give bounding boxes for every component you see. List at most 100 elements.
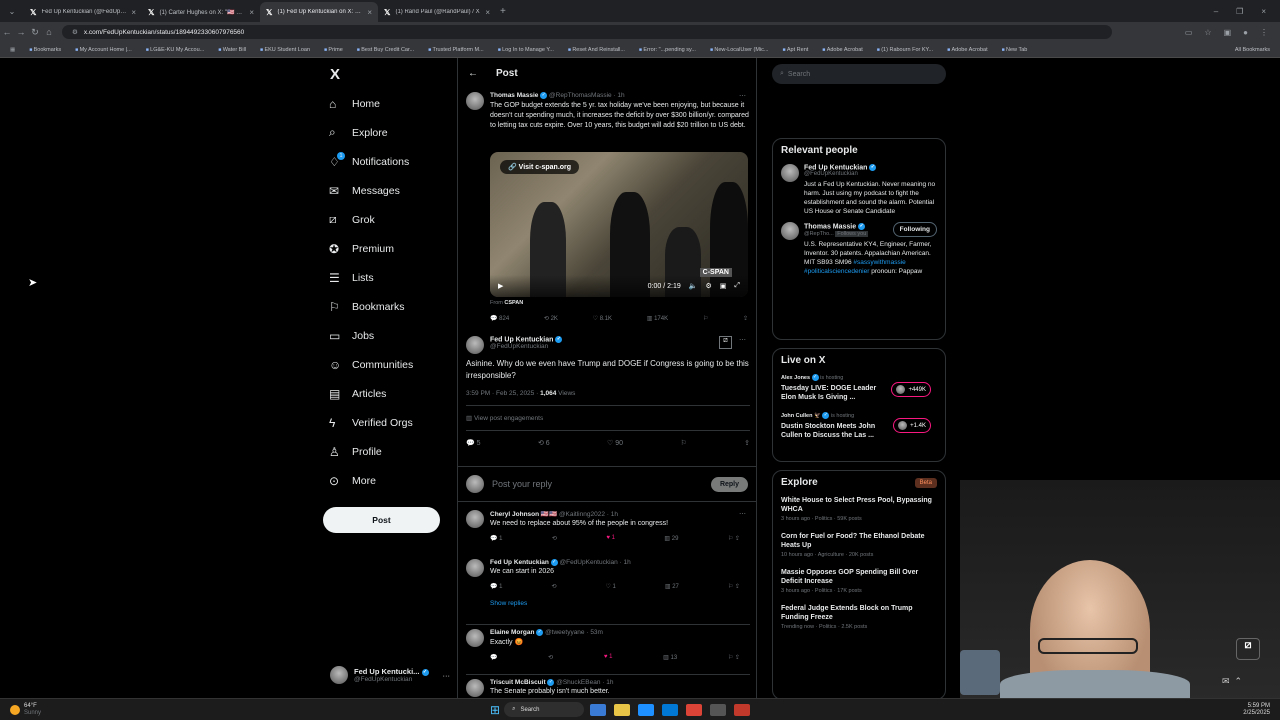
play-icon[interactable]: ▶: [498, 282, 503, 290]
person-card[interactable]: Fed Up Kentuckian ✓ @FedUpKentuckian Jus…: [781, 164, 937, 216]
live-item[interactable]: John Cullen 🦅 ✓ is hosting Dustin Stockt…: [781, 412, 937, 440]
like-count[interactable]: ♡ 8.1K: [593, 315, 612, 322]
task-view-icon[interactable]: [590, 703, 607, 716]
nav-jobs[interactable]: ▭ Jobs: [325, 321, 455, 350]
more-dots-icon[interactable]: ⋯: [739, 92, 746, 100]
grok-icon[interactable]: ⧄: [719, 336, 732, 349]
app-icon[interactable]: [710, 703, 727, 716]
nav-articles[interactable]: ▤ Articles: [325, 379, 455, 408]
nav-premium[interactable]: ✪ Premium: [325, 234, 455, 263]
reply-input[interactable]: Post your reply: [492, 479, 703, 489]
edge-icon[interactable]: [638, 703, 655, 716]
account-switcher[interactable]: Fed Up Kentucki... ✓ @FedUpKentuckian ··…: [330, 660, 450, 690]
grok-float-icon[interactable]: ⧄: [1236, 638, 1260, 660]
browser-tab-active[interactable]: 𝕏 (1) Fed Up Kentuckian on X: "@... ×: [260, 2, 378, 22]
nav-notifications[interactable]: ♢ 1 Notifications: [325, 147, 455, 176]
repost-count[interactable]: ⟲ 2K: [544, 315, 558, 322]
minimize-icon[interactable]: –: [1214, 7, 1218, 16]
messages-icon[interactable]: ✉ ⌃: [1222, 676, 1242, 687]
weather-widget[interactable]: 64°F Sunny: [0, 703, 41, 717]
reply-tweet[interactable]: Cheryl Johnson 🇺🇸🇺🇸 @Kaitlinng2022 · 1h …: [466, 510, 750, 542]
reply-button[interactable]: Reply: [710, 476, 748, 492]
bookmark-item[interactable]: Water Bill: [218, 47, 246, 53]
store-icon[interactable]: [662, 703, 679, 716]
back-arrow-icon[interactable]: ←: [468, 68, 478, 79]
chrome-icon[interactable]: [686, 703, 703, 716]
bookmark-item[interactable]: Adobe Acrobat: [822, 47, 863, 53]
show-replies-link[interactable]: Show replies: [490, 600, 750, 607]
nav-more[interactable]: ⊙ More: [325, 466, 455, 495]
nav-verified-orgs[interactable]: ϟ Verified Orgs: [325, 408, 455, 437]
reply-tweet[interactable]: Triscuit McBiscuit ✓ @ShuckEBean · 1h Th…: [466, 674, 750, 697]
x-logo[interactable]: X: [330, 66, 340, 83]
forward-icon[interactable]: →: [14, 27, 28, 37]
share-icon[interactable]: ⇪: [743, 315, 748, 322]
taskbar-search[interactable]: ⌕ Search: [504, 702, 585, 717]
nav-profile[interactable]: ♙ Profile: [325, 437, 455, 466]
like-count[interactable]: ♡ 90: [607, 439, 623, 447]
bookmark-item[interactable]: Prime: [324, 47, 342, 53]
home-icon[interactable]: ⌂: [42, 27, 56, 37]
nav-communities[interactable]: ☺ Communities: [325, 350, 455, 379]
site-info-icon[interactable]: ⚙: [72, 28, 78, 36]
clock[interactable]: 5:59 PM 2/25/2025: [1243, 703, 1280, 717]
more-dots-icon[interactable]: ···: [443, 671, 451, 680]
tab-search-icon[interactable]: ⌄: [0, 7, 24, 16]
views-count[interactable]: ▥ 174K: [647, 315, 668, 322]
browser-tab[interactable]: 𝕏 Fed Up Kentuckian (@FedUpK... ×: [24, 2, 142, 22]
file-explorer-icon[interactable]: [614, 703, 631, 716]
profile-icon[interactable]: ●: [1243, 28, 1248, 37]
person-card[interactable]: Thomas Massie ✓ @RepTho... Follows you F…: [781, 222, 937, 276]
bookmark-item[interactable]: My Account Home |...: [75, 47, 132, 53]
bookmark-item[interactable]: Reset And Reinstall...: [568, 47, 625, 53]
view-engagements-link[interactable]: ▥ View post engagements: [466, 405, 750, 422]
all-bookmarks[interactable]: All Bookmarks: [1235, 47, 1280, 53]
back-icon[interactable]: ←: [0, 27, 14, 37]
nav-bookmarks[interactable]: ⚐ Bookmarks: [325, 292, 455, 321]
close-icon[interactable]: ×: [485, 8, 490, 17]
explore-item[interactable]: White House to Select Press Pool, Bypass…: [781, 496, 937, 522]
menu-icon[interactable]: ⋮: [1260, 28, 1268, 37]
bookmark-item[interactable]: Trusted Platform M...: [428, 47, 484, 53]
bookmark-item[interactable]: Adobe Acrobat: [947, 47, 988, 53]
share-icon[interactable]: ⇪: [744, 439, 750, 447]
explore-item[interactable]: Massie Opposes GOP Spending Bill Over De…: [781, 568, 937, 594]
bookmark-item[interactable]: (1) Rabourn For KY...: [877, 47, 933, 53]
video-player[interactable]: 🔗 Visit c-span.org C-SPAN ▶ 0:00 / 2:19 …: [490, 152, 748, 297]
reply-count[interactable]: 💬 824: [490, 315, 509, 322]
bookmark-icon[interactable]: ⚐: [703, 315, 708, 322]
bookmark-icon[interactable]: ⚐: [680, 439, 686, 447]
app-icon[interactable]: [734, 703, 751, 716]
nav-explore[interactable]: ⌕ Explore: [325, 118, 455, 147]
pip-icon[interactable]: ▣: [720, 282, 727, 290]
nav-lists[interactable]: ☰ Lists: [325, 263, 455, 292]
explore-item[interactable]: Corn for Fuel or Food? The Ethanol Debat…: [781, 532, 937, 558]
close-icon[interactable]: ×: [131, 8, 136, 17]
bookmark-item[interactable]: Log In to Manage Y...: [498, 47, 554, 53]
fullscreen-icon[interactable]: ⤢: [734, 282, 740, 290]
cast-icon[interactable]: ▭: [1185, 28, 1193, 37]
repost-count[interactable]: ⟲ 6: [538, 439, 550, 447]
reply-count[interactable]: 💬 5: [466, 439, 481, 447]
apps-icon[interactable]: ▦: [10, 47, 15, 53]
extensions-icon[interactable]: ▣: [1224, 28, 1232, 37]
bookmark-item[interactable]: Best Buy Credit Car...: [357, 47, 414, 53]
volume-icon[interactable]: 🔈: [689, 282, 698, 290]
reply-tweet[interactable]: Fed Up Kentuckian ✓ @FedUpKentuckian · 1…: [466, 559, 750, 607]
close-window-icon[interactable]: ×: [1261, 7, 1266, 16]
nav-grok[interactable]: ⧄ Grok: [325, 205, 455, 234]
bookmark-item[interactable]: New Tab: [1002, 47, 1027, 53]
visit-link-button[interactable]: 🔗 Visit c-span.org: [500, 160, 580, 174]
live-item[interactable]: Alex Jones ✓ is hosting Tuesday LIVE: DO…: [781, 374, 937, 402]
browser-tab[interactable]: 𝕏 (1) Rand Paul (@RandPaul) / X ×: [378, 2, 496, 22]
explore-item[interactable]: Federal Judge Extends Block on Trump Fun…: [781, 604, 937, 630]
bookmark-item[interactable]: New-LocalUser (Mic...: [710, 47, 768, 53]
following-button[interactable]: Following: [892, 222, 937, 238]
nav-messages[interactable]: ✉ Messages: [325, 176, 455, 205]
close-icon[interactable]: ×: [367, 8, 372, 17]
bookmark-item[interactable]: LG&E-KU My Accou...: [146, 47, 204, 53]
post-button[interactable]: Post: [323, 507, 440, 533]
maximize-icon[interactable]: ❐: [1236, 7, 1243, 16]
url-field[interactable]: ⚙ x.com/FedUpKentuckian/status/1894492330…: [62, 25, 1112, 39]
bookmark-item[interactable]: Error: "...pending sy...: [639, 47, 696, 53]
